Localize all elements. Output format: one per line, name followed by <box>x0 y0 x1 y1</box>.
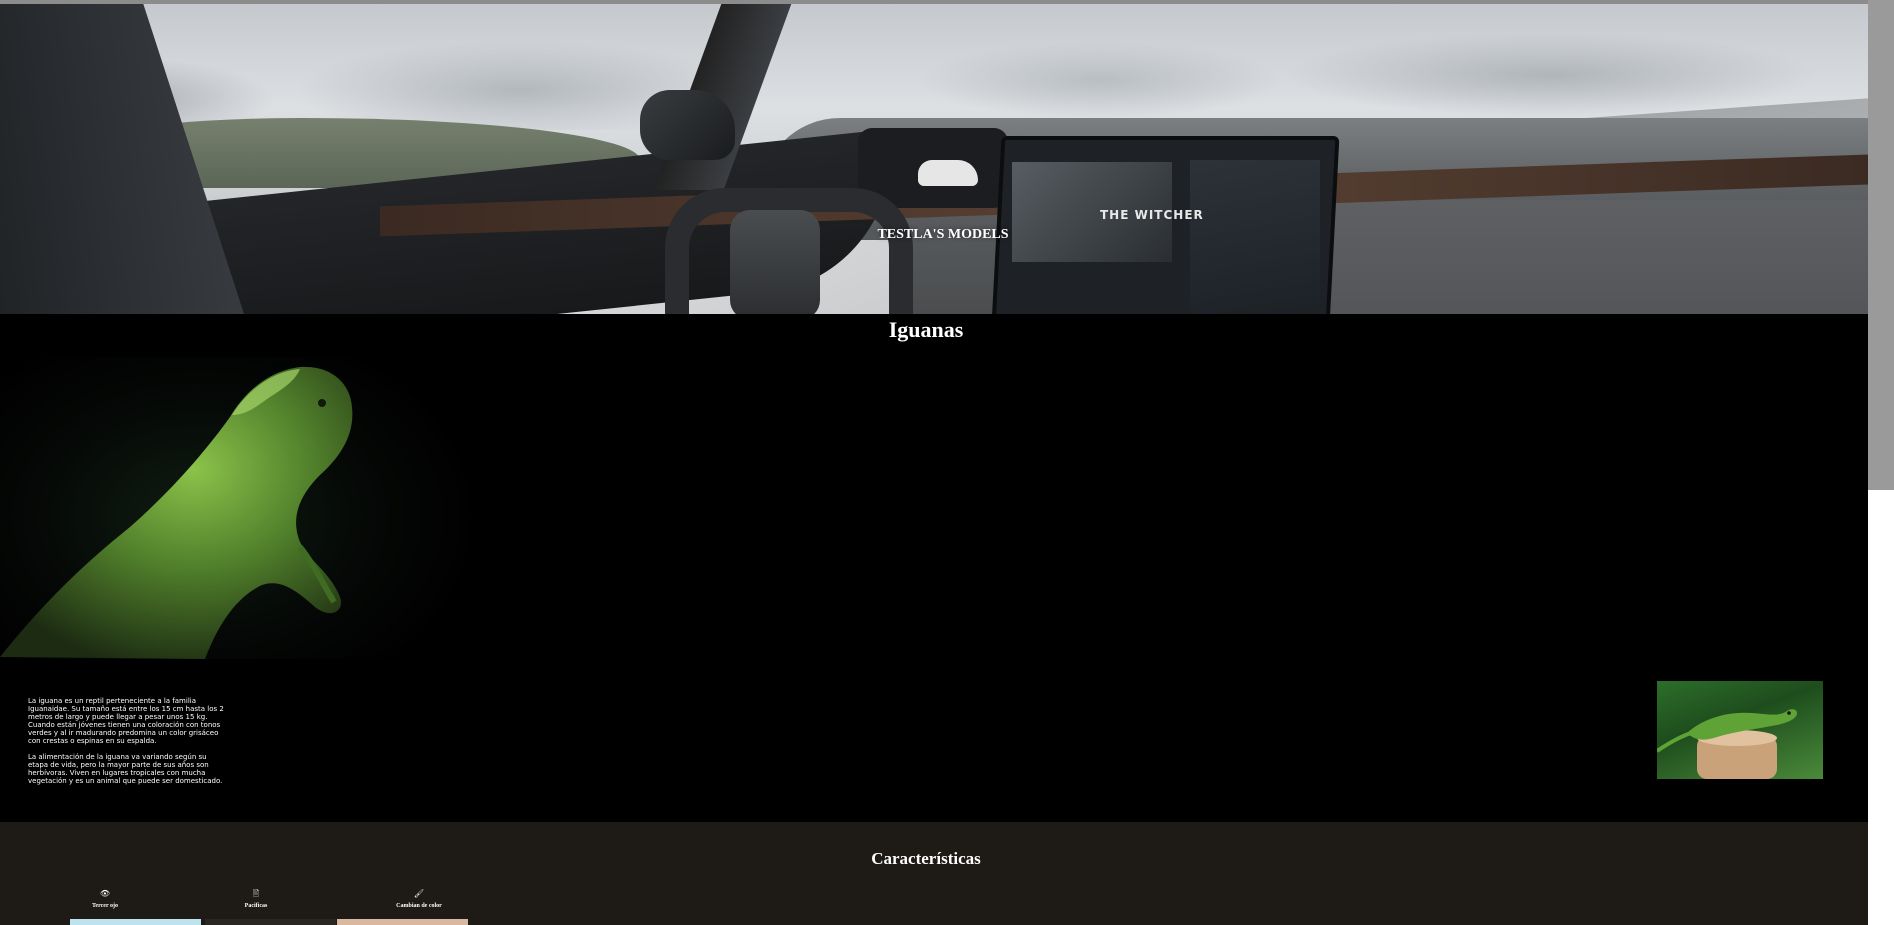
iguana-section-title: Iguanas <box>888 317 964 342</box>
hero-screen-game-title: THE WITCHER <box>1100 208 1204 222</box>
feature-label: Cambian de color <box>396 903 442 909</box>
features-section: Características 👁 Tercer ojo 🖹 Pacificas… <box>0 822 1868 925</box>
hero-car-icon <box>918 160 978 186</box>
hero-side-mirror <box>640 90 735 160</box>
iguana-paragraph-1: La iguana es un reptil perteneciente a l… <box>28 697 224 745</box>
bearded-dragon-image <box>0 357 499 659</box>
bearded-dragon-illustration <box>0 366 353 659</box>
document-icon: 🖹 <box>252 889 260 898</box>
features-title: Características <box>871 849 981 868</box>
hero-top-frame <box>0 0 1894 4</box>
green-iguana-illustration <box>1657 709 1797 779</box>
iguana-section: Iguanas La iguana es un reptil perteneci… <box>0 314 1868 822</box>
hero-screen-map <box>1190 160 1320 330</box>
brush-icon: 🖌 <box>413 889 425 898</box>
hero-title: TESTLA'S MODELS <box>877 227 1009 242</box>
feature-label: Pacificas <box>244 903 268 909</box>
feature-thumbnail-pacificas <box>205 919 336 925</box>
feature-thumbnail-tercer-ojo <box>70 919 201 925</box>
feature-pacificas: 🖹 Pacificas <box>196 889 316 909</box>
iguana-description: La iguana es un reptil perteneciente a l… <box>28 697 228 793</box>
hero-mountains <box>0 10 1894 130</box>
feature-tercer-ojo: 👁 Tercer ojo <box>45 889 165 909</box>
feature-label: Tercer ojo <box>91 903 119 909</box>
iguana-paragraph-2: La alimentación de la iguana va variando… <box>28 753 223 785</box>
eye-icon: 👁 <box>99 889 111 898</box>
green-iguana-image <box>1657 681 1823 779</box>
feature-cambian-color: 🖌 Cambian de color <box>359 889 479 909</box>
hero-right-edge <box>1868 0 1894 490</box>
feature-thumbnail-cambian-color <box>337 919 468 925</box>
